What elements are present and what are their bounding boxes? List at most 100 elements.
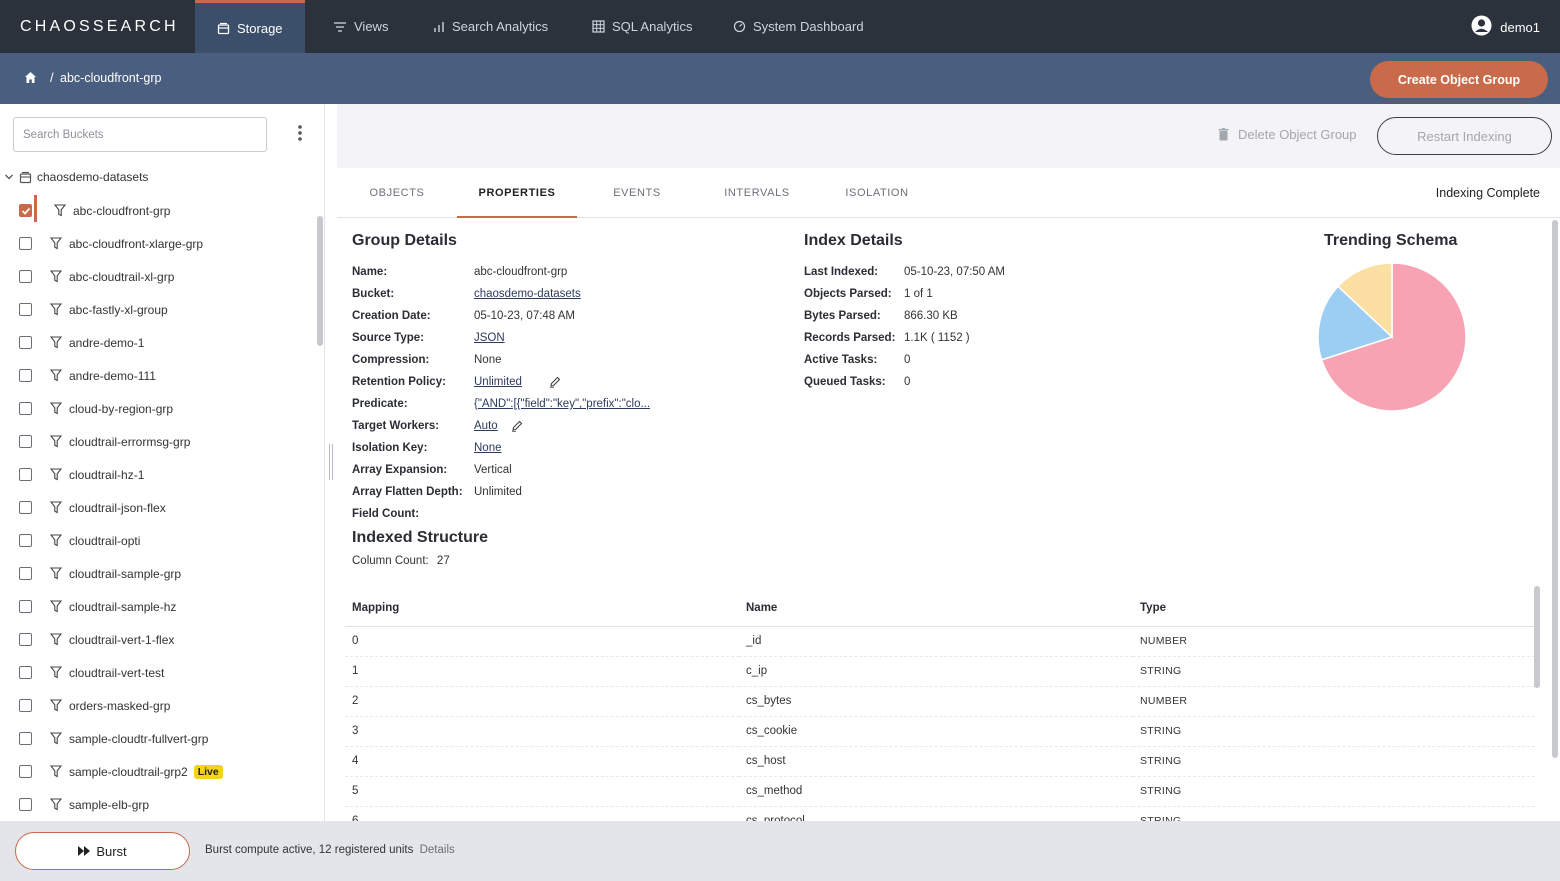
group-checkbox[interactable]: [19, 798, 32, 811]
group-label: cloud-by-region-grp: [69, 401, 174, 416]
group-checkbox[interactable]: [19, 270, 32, 283]
group-checkbox[interactable]: [19, 303, 32, 316]
sidebar-resize-handle[interactable]: [329, 444, 333, 480]
group-checkbox[interactable]: [19, 765, 32, 778]
sidebar-scrollbar[interactable]: [317, 216, 323, 346]
search-buckets-input[interactable]: [13, 117, 267, 152]
brand-logo[interactable]: CHAOSSEARCH: [20, 18, 179, 36]
edit-pencil-icon[interactable]: [549, 376, 561, 388]
cell-type: STRING: [1133, 716, 1535, 747]
detail-value[interactable]: Auto: [474, 420, 498, 432]
edit-pencil-icon[interactable]: [511, 420, 523, 432]
detail-row: Isolation Key: None: [352, 442, 782, 454]
burst-status: Burst compute active, 12 registered unit…: [205, 844, 455, 856]
cell-name: cs_cookie: [739, 716, 1133, 747]
tab-intervals[interactable]: INTERVALS: [697, 168, 817, 218]
detail-value[interactable]: Unlimited: [474, 376, 522, 388]
detail-row: Array Flatten Depth: Unlimited: [352, 486, 782, 498]
group-checkbox[interactable]: [19, 204, 32, 217]
detail-value[interactable]: None: [474, 442, 502, 454]
tab-isolation[interactable]: ISOLATION: [817, 168, 937, 218]
sidebar-group-item[interactable]: cloudtrail-sample-grp: [0, 557, 316, 590]
sidebar-group-item[interactable]: cloudtrail-sample-hz: [0, 590, 316, 623]
detail-row: Bucket: chaosdemo-datasets: [352, 288, 782, 300]
sidebar-group-item[interactable]: abc-cloudfront-xlarge-grp: [0, 227, 316, 260]
sidebar-group-item[interactable]: sample-cloudtrail-grp2 Live: [0, 755, 316, 788]
restart-indexing-button[interactable]: Restart Indexing: [1377, 117, 1552, 155]
sidebar-group-item[interactable]: cloudtrail-json-flex: [0, 491, 316, 524]
detail-value[interactable]: chaosdemo-datasets: [474, 288, 581, 300]
detail-value[interactable]: {"AND":[{"field":"key","prefix":"clo...: [474, 398, 650, 410]
action-bar: Delete Object Group Restart Indexing: [337, 104, 1560, 168]
detail-row: Compression: None: [352, 354, 782, 366]
sidebar-group-item[interactable]: cloudtrail-hz-1: [0, 458, 316, 491]
detail-row: Objects Parsed: 1 of 1: [804, 288, 1234, 300]
sidebar-group-item[interactable]: abc-fastly-xl-group: [0, 293, 316, 326]
group-checkbox[interactable]: [19, 633, 32, 646]
sidebar-group-item[interactable]: andre-demo-1: [0, 326, 316, 359]
group-checkbox[interactable]: [19, 402, 32, 415]
nav-label: Search Analytics: [452, 19, 549, 34]
bucket-tree-item[interactable]: chaosdemo-datasets: [4, 170, 148, 184]
detail-row: Source Type: JSON: [352, 332, 782, 344]
table-row[interactable]: 4 cs_host STRING: [345, 746, 1535, 777]
column-header-mapping[interactable]: Mapping: [345, 587, 739, 627]
more-options-icon[interactable]: [293, 124, 307, 145]
delete-object-group-button[interactable]: Delete Object Group: [1218, 127, 1357, 142]
table-row[interactable]: 3 cs_cookie STRING: [345, 716, 1535, 747]
detail-value[interactable]: JSON: [474, 332, 505, 344]
table-scrollbar[interactable]: [1534, 586, 1540, 688]
sidebar-group-item[interactable]: abc-cloudtrail-xl-grp: [0, 260, 316, 293]
nav-sql-analytics[interactable]: SQL Analytics: [592, 0, 692, 53]
group-label: cloudtrail-opti: [69, 533, 141, 548]
tab-properties[interactable]: PROPERTIES: [457, 168, 577, 218]
group-checkbox[interactable]: [19, 336, 32, 349]
group-checkbox[interactable]: [19, 666, 32, 679]
sidebar-group-item[interactable]: cloudtrail-errormsg-grp: [0, 425, 316, 458]
home-icon[interactable]: [24, 71, 37, 87]
sidebar-group-item[interactable]: cloudtrail-vert-1-flex: [0, 623, 316, 656]
sidebar-group-item[interactable]: andre-demo-111: [0, 359, 316, 392]
create-object-group-button[interactable]: Create Object Group: [1370, 61, 1548, 98]
burst-details-link[interactable]: Details: [420, 844, 455, 856]
sidebar-group-item[interactable]: orders-masked-grp: [0, 689, 316, 722]
sidebar-group-item[interactable]: cloudtrail-vert-test: [0, 656, 316, 689]
column-header-name[interactable]: Name: [739, 587, 1133, 627]
detail-row: Name: abc-cloudfront-grp: [352, 266, 782, 278]
burst-button[interactable]: Burst: [15, 832, 190, 870]
nav-views[interactable]: Views: [333, 0, 388, 53]
tab-events[interactable]: EVENTS: [577, 168, 697, 218]
group-checkbox[interactable]: [19, 699, 32, 712]
table-row[interactable]: 1 c_ip STRING: [345, 656, 1535, 687]
table-row[interactable]: 5 cs_method STRING: [345, 776, 1535, 807]
group-checkbox[interactable]: [19, 534, 32, 547]
nav-system-dashboard[interactable]: System Dashboard: [733, 0, 864, 53]
main-scrollbar[interactable]: [1552, 220, 1558, 758]
group-checkbox[interactable]: [19, 600, 32, 613]
group-checkbox[interactable]: [19, 435, 32, 448]
user-avatar-icon: [1471, 15, 1492, 39]
tab-objects[interactable]: OBJECTS: [337, 168, 457, 218]
breadcrumb-current[interactable]: abc-cloudfront-grp: [60, 71, 161, 85]
group-checkbox[interactable]: [19, 567, 32, 580]
sidebar-group-item[interactable]: sample-elb-grp: [0, 788, 316, 821]
group-checkbox[interactable]: [19, 237, 32, 250]
group-checkbox[interactable]: [19, 501, 32, 514]
sidebar-group-item[interactable]: abc-cloudfront-grp: [0, 194, 316, 227]
sidebar-group-item[interactable]: sample-cloudtr-fullvert-grp: [0, 722, 316, 755]
table-row[interactable]: 0 _id NUMBER: [345, 626, 1535, 657]
group-checkbox[interactable]: [19, 468, 32, 481]
chevron-down-icon[interactable]: [4, 172, 14, 182]
table-row[interactable]: 2 cs_bytes NUMBER: [345, 686, 1535, 717]
nav-search-analytics[interactable]: Search Analytics: [433, 0, 548, 53]
sidebar-group-item[interactable]: cloudtrail-opti: [0, 524, 316, 557]
group-checkbox[interactable]: [19, 732, 32, 745]
group-checkbox[interactable]: [19, 369, 32, 382]
group-label: cloudtrail-hz-1: [69, 467, 145, 482]
column-header-type[interactable]: Type: [1133, 587, 1535, 627]
user-menu[interactable]: demo1: [1471, 15, 1540, 39]
nav-storage[interactable]: Storage: [195, 0, 305, 53]
sidebar-group-item[interactable]: cloud-by-region-grp: [0, 392, 316, 425]
detail-row: Bytes Parsed: 866.30 KB: [804, 310, 1234, 322]
trending-schema-title: Trending Schema: [1324, 232, 1458, 249]
